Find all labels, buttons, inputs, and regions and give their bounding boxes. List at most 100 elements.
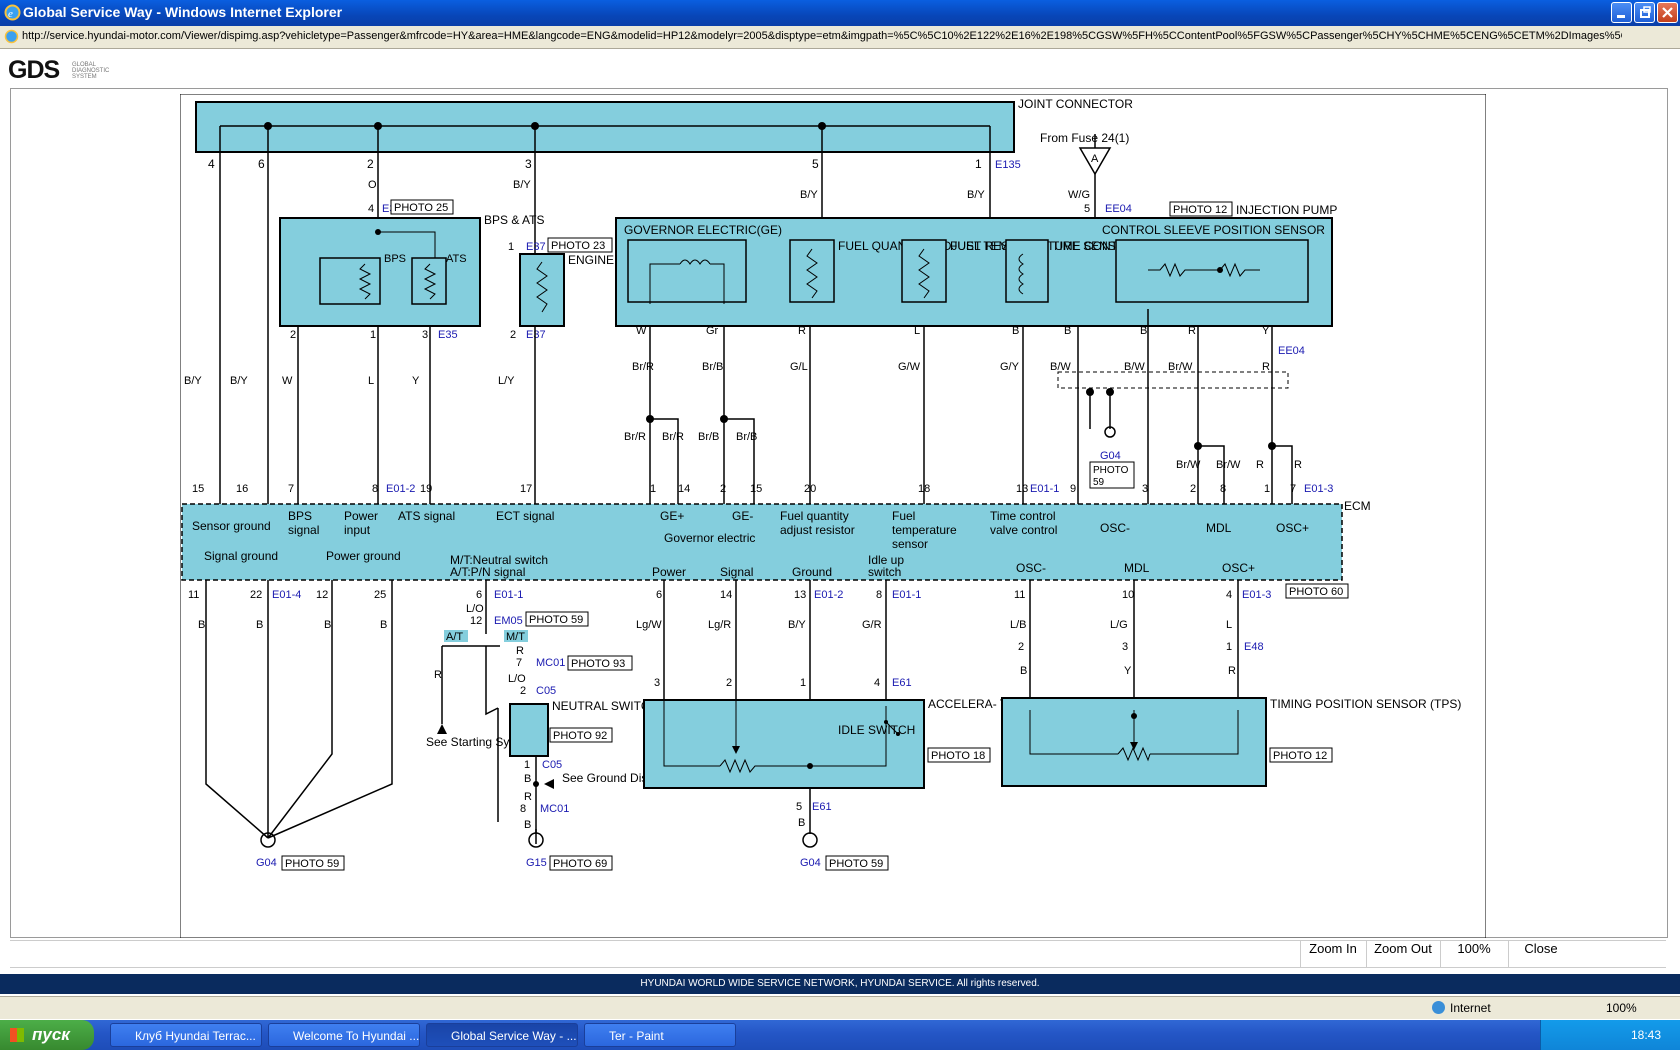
svg-text:Power: Power: [344, 509, 378, 523]
governor-label: GOVERNOR ELECTRIC(GE): [624, 223, 782, 237]
svg-text:Governor electric: Governor electric: [664, 531, 755, 545]
svg-text:9: 9: [1070, 483, 1076, 495]
svg-text:temperature: temperature: [892, 523, 957, 537]
idle-switch-label: IDLE SWITCH: [838, 723, 915, 737]
svg-text:4: 4: [368, 203, 374, 215]
svg-text:25: 25: [374, 589, 386, 601]
svg-text:12: 12: [316, 589, 328, 601]
restore-button[interactable]: [1634, 2, 1655, 23]
svg-text:adjust resistor: adjust resistor: [780, 523, 855, 537]
zoom-in-button[interactable]: Zoom In: [1300, 941, 1365, 967]
svg-text:OSC+: OSC+: [1276, 521, 1309, 535]
svg-text:1: 1: [508, 241, 514, 253]
svg-text:22: 22: [250, 589, 262, 601]
svg-text:5: 5: [1084, 203, 1090, 215]
svg-text:8: 8: [372, 483, 378, 495]
svg-text:L/B: L/B: [1010, 619, 1027, 631]
svg-text:signal: signal: [288, 523, 319, 537]
svg-text:PHOTO: PHOTO: [1093, 465, 1129, 476]
svg-text:R: R: [1228, 665, 1236, 677]
svg-text:E01-2: E01-2: [386, 483, 415, 495]
svg-text:W: W: [282, 375, 293, 387]
svg-text:sensor: sensor: [892, 537, 928, 551]
svg-text:PHOTO 59: PHOTO 59: [829, 858, 883, 870]
svg-text:G/L: G/L: [790, 361, 808, 373]
start-button[interactable]: пуск: [0, 1020, 94, 1050]
svg-text:B/W: B/W: [1050, 361, 1071, 373]
svg-text:1: 1: [370, 329, 376, 341]
svg-text:A/T:P/N signal: A/T:P/N signal: [450, 565, 525, 579]
status-bar: Internet 100%: [0, 996, 1680, 1019]
svg-text:Br/B: Br/B: [736, 431, 757, 443]
svg-text:16: 16: [236, 483, 248, 495]
minimize-button[interactable]: [1611, 2, 1632, 23]
svg-text:B: B: [524, 819, 531, 831]
svg-text:MC01: MC01: [536, 657, 565, 669]
svg-text:2: 2: [520, 685, 526, 697]
gds-logo: GDS GLOBAL DIAGNOSTIC SYSTEM: [8, 56, 109, 85]
system-tray: 18:43: [1540, 1020, 1680, 1050]
from-fuse-label: From Fuse 24(1): [1040, 131, 1129, 145]
url-text[interactable]: http://service.hyundai-motor.com/Viewer/…: [22, 30, 1622, 42]
svg-text:E01-1: E01-1: [1030, 483, 1059, 495]
zoom-out-button[interactable]: Zoom Out: [1366, 941, 1439, 967]
svg-text:OSC+: OSC+: [1222, 561, 1255, 575]
svg-text:Lg/R: Lg/R: [708, 619, 731, 631]
task-welcome-hyundai[interactable]: Welcome To Hyundai ...: [268, 1023, 420, 1047]
svg-text:Power ground: Power ground: [326, 549, 401, 563]
svg-text:A/T: A/T: [446, 631, 463, 643]
neutral-switch-label: NEUTRAL SWITCH: [552, 699, 658, 713]
zoom-status[interactable]: 100%: [1606, 1001, 1637, 1015]
svg-text:switch: switch: [868, 565, 901, 579]
svg-text:W/G: W/G: [1068, 189, 1090, 201]
svg-text:R: R: [1256, 459, 1264, 471]
svg-text:M/T: M/T: [506, 631, 525, 643]
copyright-bar: HYUNDAI WORLD WIDE SERVICE NETWORK, HYUN…: [0, 974, 1680, 994]
task-club-hyundai[interactable]: Клуб Hyundai Terrac...: [110, 1023, 262, 1047]
svg-text:A: A: [1091, 153, 1099, 165]
svg-text:L: L: [368, 375, 374, 387]
svg-text:L: L: [1226, 619, 1232, 631]
svg-text:PHOTO 69: PHOTO 69: [553, 858, 607, 870]
svg-text:Fuel: Fuel: [892, 509, 915, 523]
svg-text:E135: E135: [995, 159, 1021, 171]
svg-text:B: B: [1012, 325, 1019, 337]
svg-text:E01-4: E01-4: [272, 589, 301, 601]
address-bar[interactable]: http://service.hyundai-motor.com/Viewer/…: [0, 26, 1680, 49]
svg-text:1: 1: [975, 157, 982, 171]
svg-text:E01-1: E01-1: [494, 589, 523, 601]
task-global-service-way[interactable]: Global Service Way - ...: [426, 1023, 578, 1047]
svg-text:Signal ground: Signal ground: [204, 549, 278, 563]
svg-text:MDL: MDL: [1124, 561, 1150, 575]
svg-text:G/Y: G/Y: [1000, 361, 1020, 373]
svg-text:R: R: [434, 669, 442, 681]
svg-text:Time control: Time control: [990, 509, 1056, 523]
svg-text:E61: E61: [892, 677, 912, 689]
svg-text:2: 2: [510, 329, 516, 341]
close-window-button[interactable]: [1657, 2, 1678, 23]
svg-text:Br/W: Br/W: [1216, 459, 1241, 471]
svg-text:L: L: [914, 325, 920, 337]
svg-text:L/Y: L/Y: [498, 375, 515, 387]
svg-text:8: 8: [520, 803, 526, 815]
svg-text:E37: E37: [526, 241, 546, 253]
svg-text:B/Y: B/Y: [513, 179, 531, 191]
svg-text:PHOTO 59: PHOTO 59: [285, 858, 339, 870]
svg-text:PHOTO 23: PHOTO 23: [551, 240, 605, 252]
svg-text:6: 6: [476, 589, 482, 601]
svg-text:B: B: [1064, 325, 1071, 337]
window-titlebar: e Global Service Way - Windows Internet …: [0, 0, 1680, 26]
svg-text:E37: E37: [526, 329, 546, 341]
task-paint[interactable]: Ter - Paint: [584, 1023, 736, 1047]
logo-subtitle: GLOBAL DIAGNOSTIC SYSTEM: [72, 62, 110, 80]
svg-text:B/Y: B/Y: [967, 189, 985, 201]
svg-text:PHOTO 60: PHOTO 60: [1289, 586, 1343, 598]
svg-text:E35: E35: [438, 329, 458, 341]
tps-label: TIMING POSITION SENSOR (TPS): [1270, 697, 1461, 711]
svg-text:G04: G04: [256, 857, 277, 869]
svg-text:C05: C05: [536, 685, 556, 697]
svg-text:OSC-: OSC-: [1016, 561, 1046, 575]
close-viewer-button[interactable]: Close: [1508, 941, 1573, 967]
svg-text:O: O: [368, 179, 377, 191]
svg-text:EE04: EE04: [1278, 345, 1305, 357]
